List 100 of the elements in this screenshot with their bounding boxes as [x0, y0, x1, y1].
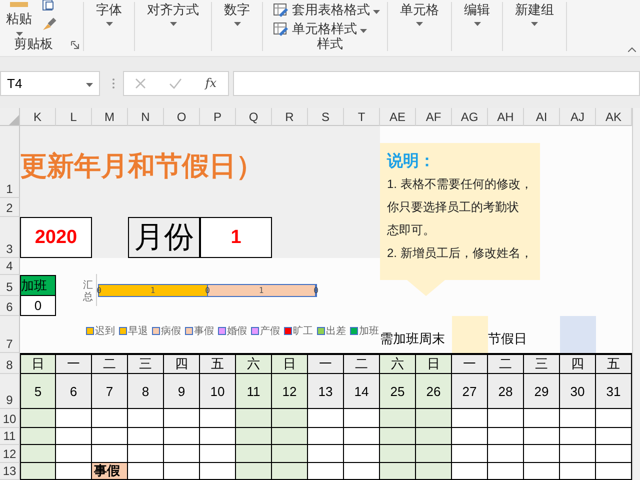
table-cell[interactable]: [344, 428, 380, 445]
table-cell[interactable]: [20, 463, 56, 480]
insert-function-button[interactable]: fx: [205, 76, 217, 90]
row-header[interactable]: 2: [0, 198, 20, 217]
table-cell[interactable]: [488, 463, 524, 480]
table-cell[interactable]: [272, 409, 308, 428]
table-cell[interactable]: [560, 445, 596, 463]
table-cell[interactable]: [416, 428, 452, 445]
row-header[interactable]: 12: [0, 445, 20, 463]
table-cell[interactable]: [236, 409, 272, 428]
column-header[interactable]: AE: [380, 108, 416, 126]
ribbon-menu-button[interactable]: 字体: [84, 2, 135, 51]
ribbon-menu-button[interactable]: 单元格: [388, 2, 452, 51]
table-cell[interactable]: [56, 409, 92, 428]
table-cell[interactable]: [308, 409, 344, 428]
check-icon[interactable]: [169, 78, 182, 88]
row-header[interactable]: 7: [0, 316, 20, 353]
table-cell[interactable]: [488, 409, 524, 428]
table-cell[interactable]: [524, 409, 560, 428]
table-cell[interactable]: [308, 445, 344, 463]
table-cell[interactable]: [452, 428, 488, 445]
table-cell[interactable]: [128, 409, 164, 428]
table-cell[interactable]: [452, 445, 488, 463]
table-cell[interactable]: [416, 445, 452, 463]
table-cell[interactable]: [344, 409, 380, 428]
table-cell[interactable]: [596, 428, 632, 445]
table-cell[interactable]: [128, 445, 164, 463]
table-cell[interactable]: [236, 445, 272, 463]
row-header[interactable]: 1: [0, 126, 20, 198]
ribbon-menu-button[interactable]: 对齐方式: [135, 2, 212, 51]
style-menu-button[interactable]: 单元格样式: [273, 21, 367, 37]
table-cell[interactable]: [560, 428, 596, 445]
column-header[interactable]: AH: [488, 108, 524, 126]
table-cell[interactable]: [92, 409, 128, 428]
table-cell[interactable]: [560, 409, 596, 428]
table-cell[interactable]: [200, 445, 236, 463]
column-header[interactable]: K: [20, 108, 56, 126]
launcher-icon[interactable]: [71, 41, 79, 49]
column-header[interactable]: R: [272, 108, 308, 126]
table-cell[interactable]: [416, 463, 452, 480]
table-cell[interactable]: [20, 428, 56, 445]
table-cell[interactable]: [128, 428, 164, 445]
column-header[interactable]: L: [56, 108, 92, 126]
column-header[interactable]: AI: [524, 108, 560, 126]
collapse-icon[interactable]: [628, 47, 636, 52]
table-cell[interactable]: [308, 428, 344, 445]
row-header[interactable]: 4: [0, 258, 20, 275]
row-header[interactable]: 5: [0, 275, 20, 296]
table-cell[interactable]: [596, 463, 632, 480]
table-cell[interactable]: [56, 445, 92, 463]
table-cell[interactable]: [236, 428, 272, 445]
style-menu-button[interactable]: 套用表格格式: [273, 2, 380, 18]
column-header[interactable]: S: [308, 108, 344, 126]
table-cell[interactable]: [20, 445, 56, 463]
column-header[interactable]: AK: [596, 108, 632, 126]
table-cell[interactable]: [380, 463, 416, 480]
table-cell[interactable]: [164, 445, 200, 463]
table-cell[interactable]: [596, 445, 632, 463]
brush-icon[interactable]: [42, 17, 57, 31]
table-cell[interactable]: [344, 463, 380, 480]
table-cell[interactable]: [560, 463, 596, 480]
column-header[interactable]: AJ: [560, 108, 596, 126]
table-cell[interactable]: [20, 409, 56, 428]
column-header[interactable]: Q: [236, 108, 272, 126]
column-header[interactable]: O: [164, 108, 200, 126]
name-box[interactable]: T4: [0, 70, 100, 96]
row-header[interactable]: 6: [0, 296, 20, 316]
table-cell[interactable]: [452, 463, 488, 480]
table-cell[interactable]: [272, 445, 308, 463]
table-cell[interactable]: [56, 463, 92, 480]
table-cell[interactable]: [236, 463, 272, 480]
table-cell[interactable]: [344, 445, 380, 463]
ribbon-menu-button[interactable]: 数字: [212, 2, 263, 51]
column-header[interactable]: AG: [452, 108, 488, 126]
row-header[interactable]: 11: [0, 428, 20, 445]
table-cell[interactable]: [380, 445, 416, 463]
table-cell[interactable]: [200, 409, 236, 428]
row-header[interactable]: 8: [0, 353, 20, 374]
table-cell[interactable]: [416, 409, 452, 428]
row-header[interactable]: 9: [0, 374, 20, 409]
table-cell[interactable]: [92, 445, 128, 463]
table-cell[interactable]: [452, 409, 488, 428]
table-cell[interactable]: [596, 409, 632, 428]
column-header[interactable]: N: [128, 108, 164, 126]
table-cell[interactable]: [524, 428, 560, 445]
table-cell[interactable]: [380, 409, 416, 428]
table-cell[interactable]: [380, 428, 416, 445]
table-cell[interactable]: 事假: [92, 463, 128, 480]
column-header[interactable]: P: [200, 108, 236, 126]
column-header[interactable]: M: [92, 108, 128, 126]
formula-input[interactable]: [233, 70, 640, 96]
row-header[interactable]: 3: [0, 217, 20, 258]
table-cell[interactable]: [200, 428, 236, 445]
table-cell[interactable]: [128, 463, 164, 480]
table-cell[interactable]: [488, 428, 524, 445]
table-cell[interactable]: [524, 463, 560, 480]
table-cell[interactable]: [524, 445, 560, 463]
table-cell[interactable]: [56, 428, 92, 445]
table-cell[interactable]: [164, 409, 200, 428]
ribbon-menu-button[interactable]: 编辑: [452, 2, 503, 51]
